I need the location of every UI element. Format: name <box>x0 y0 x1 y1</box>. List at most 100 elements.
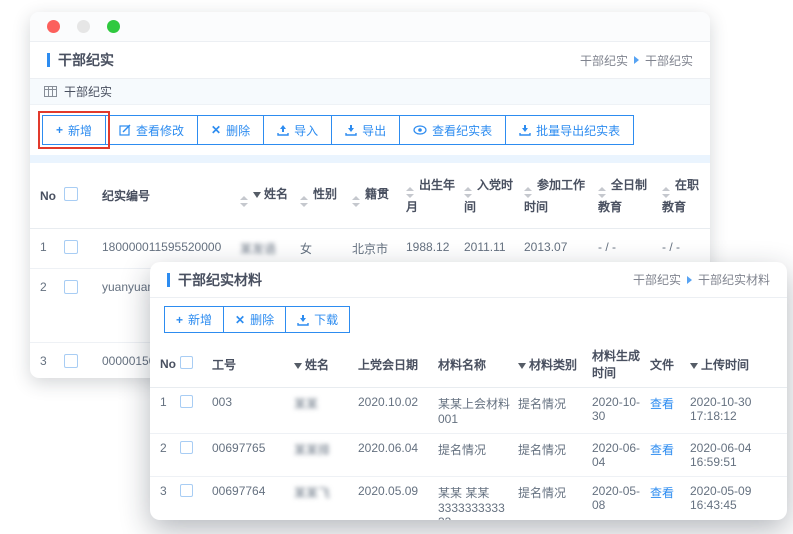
window-titlebar <box>30 12 710 42</box>
row-checkbox[interactable] <box>64 280 78 294</box>
col-header-gender[interactable]: 性别 <box>296 163 348 229</box>
col-header-emp-id[interactable]: 工号 <box>208 341 290 388</box>
cell-select <box>176 434 208 477</box>
filter-icon[interactable] <box>518 363 526 369</box>
col-header-fulltime-edu[interactable]: 全日制教育 <box>594 163 658 229</box>
sort-icon[interactable] <box>352 196 360 207</box>
cell-material-name: 某某上会材料001 <box>434 388 514 434</box>
filter-icon[interactable] <box>294 363 302 369</box>
col-header-birth[interactable]: 出生年月 <box>402 163 460 229</box>
col-header-name[interactable]: 姓名 <box>290 341 354 388</box>
cell-uploaded: 2020-10-30 17:18:12 <box>686 388 787 434</box>
row-checkbox[interactable] <box>180 484 193 497</box>
select-all-checkbox[interactable] <box>180 356 193 369</box>
breadcrumb-current: 干部纪实 <box>645 52 693 69</box>
row-checkbox[interactable] <box>180 441 193 454</box>
view-file-link[interactable]: 查看 <box>650 443 674 457</box>
view-edit-button[interactable]: 查看修改 <box>105 115 198 145</box>
window-cadre-record-materials: 干部纪实材料 干部纪实 干部纪实材料 + 新增 ✕ 删除 下载 <box>150 262 787 520</box>
cell-material-type: 提名情况 <box>514 477 588 521</box>
delete-button[interactable]: ✕ 删除 <box>197 115 264 145</box>
cell-material-type: 提名情况 <box>514 434 588 477</box>
breadcrumb: 干部纪实 干部纪实 <box>580 52 693 69</box>
close-icon: ✕ <box>235 314 245 326</box>
table-row: 2 00697765 某某择 2020.06.04 提名情况 提名情况 2020… <box>150 434 787 477</box>
col-header-meeting-date[interactable]: 上党会日期 <box>354 341 434 388</box>
cell-uploaded: 2020-06-04 16:59:51 <box>686 434 787 477</box>
download-button[interactable]: 下载 <box>285 306 350 333</box>
sort-icon[interactable] <box>240 196 248 207</box>
view-record-sheet-button[interactable]: 查看纪实表 <box>399 115 506 145</box>
cell-no: 2 <box>150 434 176 477</box>
page-header: 干部纪实 干部纪实 干部纪实 <box>30 42 710 79</box>
cell-no: 3 <box>150 477 176 521</box>
col-header-uploaded[interactable]: 上传时间 <box>686 341 787 388</box>
chevron-right-icon <box>634 56 639 64</box>
col-header-onjob-edu[interactable]: 在职教育 <box>658 163 710 229</box>
download-icon <box>297 314 309 326</box>
col-header-generated[interactable]: 材料生成时间 <box>588 341 646 388</box>
cell-uploaded: 2020-05-09 16:43:45 <box>686 477 787 521</box>
table-top-band <box>30 155 710 163</box>
sort-icon[interactable] <box>464 187 472 198</box>
cell-select <box>60 343 98 379</box>
traffic-light-minimize[interactable] <box>77 20 90 33</box>
traffic-light-zoom[interactable] <box>107 20 120 33</box>
materials-table: No 工号 姓名 上党会日期 材料名称 材料类别 材料生成时间 文件 上传时间 … <box>150 341 787 520</box>
add-button[interactable]: + 新增 <box>164 306 224 333</box>
table-header-row: No 工号 姓名 上党会日期 材料名称 材料类别 材料生成时间 文件 上传时间 <box>150 341 787 388</box>
col-header-select <box>176 341 208 388</box>
view-file-link[interactable]: 查看 <box>650 486 674 500</box>
col-header-material-type[interactable]: 材料类别 <box>514 341 588 388</box>
filter-icon[interactable] <box>253 192 261 198</box>
import-button[interactable]: 导入 <box>263 115 332 145</box>
table-row: 1 003 某某 2020.10.02 某某上会材料001 提名情况 2020-… <box>150 388 787 434</box>
page-title: 干部纪实材料 <box>178 270 262 290</box>
table-header-row: No 纪实编号 姓名 性别 籍贯 出生年月 入党时间 参加工作时间 全日制教育 … <box>30 163 710 229</box>
sort-icon[interactable] <box>662 187 670 198</box>
table-row: 3 00697764 某某飞 2020.05.09 某某 某某333333333… <box>150 477 787 521</box>
delete-button[interactable]: ✕ 删除 <box>223 306 286 333</box>
cell-emp-id: 00697765 <box>208 434 290 477</box>
plus-icon: + <box>56 124 63 136</box>
view-file-link[interactable]: 查看 <box>650 397 674 411</box>
breadcrumb: 干部纪实 干部纪实材料 <box>633 271 770 288</box>
cell-no: 1 <box>150 388 176 434</box>
row-checkbox[interactable] <box>64 240 78 254</box>
select-all-checkbox[interactable] <box>64 187 78 201</box>
col-header-origin[interactable]: 籍贯 <box>348 163 402 229</box>
sort-icon[interactable] <box>598 187 606 198</box>
cell-select <box>60 229 98 269</box>
chevron-right-icon <box>687 276 692 284</box>
cell-material-name: 某某 某某333333333333 <box>434 477 514 521</box>
sort-icon[interactable] <box>300 196 308 207</box>
traffic-light-close[interactable] <box>47 20 60 33</box>
sort-icon[interactable] <box>524 187 532 198</box>
cell-name: 某某择 <box>290 434 354 477</box>
export-button[interactable]: 导出 <box>331 115 400 145</box>
col-header-name[interactable]: 姓名 <box>236 163 296 229</box>
download-icon <box>345 124 357 136</box>
toolbar: + 新增 查看修改 ✕ 删除 导入 导出 <box>30 105 710 155</box>
filter-icon[interactable] <box>690 363 698 369</box>
sort-icon[interactable] <box>406 187 414 198</box>
panel-subheader-label: 干部纪实 <box>64 83 112 100</box>
row-checkbox[interactable] <box>64 354 78 368</box>
batch-export-button[interactable]: 批量导出纪实表 <box>505 115 634 145</box>
col-header-party-time[interactable]: 入党时间 <box>460 163 520 229</box>
col-header-no: No <box>30 163 60 229</box>
add-button[interactable]: + 新增 <box>42 115 106 145</box>
cell-file: 查看 <box>646 434 686 477</box>
cell-material-name: 提名情况 <box>434 434 514 477</box>
col-header-record-id[interactable]: 纪实编号 <box>98 163 236 229</box>
cell-no: 1 <box>30 229 60 269</box>
col-header-work-time[interactable]: 参加工作时间 <box>520 163 594 229</box>
cell-generated: 2020-06-04 <box>588 434 646 477</box>
col-header-material-name[interactable]: 材料名称 <box>434 341 514 388</box>
col-header-no: No <box>150 341 176 388</box>
cell-emp-id: 00697764 <box>208 477 290 521</box>
breadcrumb-parent[interactable]: 干部纪实 <box>580 52 628 69</box>
title-accent-bar <box>167 273 170 287</box>
breadcrumb-parent[interactable]: 干部纪实 <box>633 271 681 288</box>
row-checkbox[interactable] <box>180 395 193 408</box>
